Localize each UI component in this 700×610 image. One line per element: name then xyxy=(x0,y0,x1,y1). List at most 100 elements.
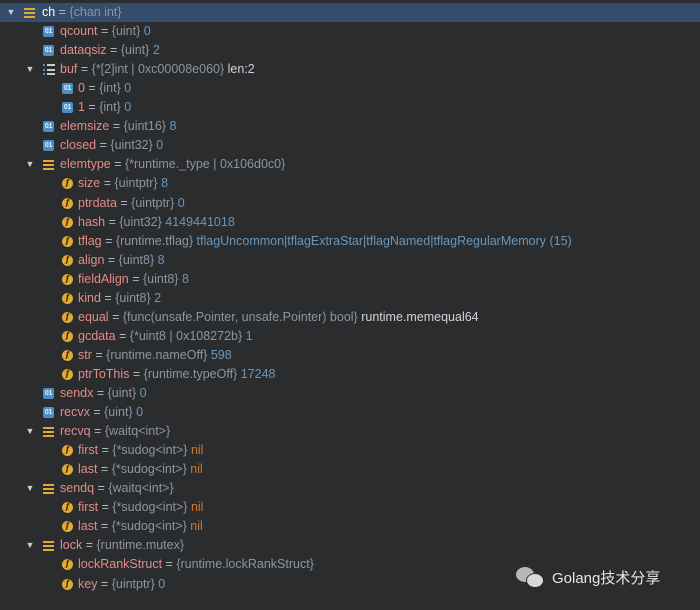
equals-sign: = xyxy=(101,233,116,248)
variable-type: {uint32} xyxy=(119,214,162,229)
tree-row-recvx[interactable]: 01 recvx = {uint} 0 xyxy=(0,403,700,422)
field-icon: f xyxy=(62,559,73,571)
tree-row-ptrToThis[interactable]: f ptrToThis = {runtime.typeOff} 17248 xyxy=(0,365,700,384)
tree-row-kind[interactable]: f kind = {uint8} 2 xyxy=(0,289,700,308)
tree-row-ptrdata[interactable]: f ptrdata = {uintptr} 0 xyxy=(0,194,700,213)
equals-sign: = xyxy=(55,5,70,19)
variable-type: {uint} xyxy=(107,386,137,400)
variable-type: {func(unsafe.Pointer, unsafe.Pointer) bo… xyxy=(122,309,358,324)
tree-row-hash[interactable]: f hash = {uint32} 4149441018 xyxy=(0,213,700,232)
variable-text: ptrdata = {uintptr} 0 xyxy=(78,194,185,213)
equals-sign: = xyxy=(91,347,107,362)
variable-type: {uint} xyxy=(104,405,133,420)
variable-text: closed = {uint32} 0 xyxy=(60,136,163,155)
variable-type: {runtime.lockRankStruct} xyxy=(176,557,314,572)
variable-value: 8 xyxy=(169,119,177,134)
variable-value: nil xyxy=(190,462,203,477)
variable-text: first = {*sudog<int>} nil xyxy=(78,498,203,517)
tree-row-first[interactable]: f first = {*sudog<int>} nil xyxy=(0,498,700,517)
wechat-icon xyxy=(516,566,546,588)
field-icon: f xyxy=(62,311,73,323)
variable-name: lockRankStruct xyxy=(78,557,163,572)
tree-row-0[interactable]: 01 0 = {int} 0 xyxy=(0,79,700,98)
tree-row-gcdata[interactable]: f gcdata = {*uint8 | 0x108272b} 1 xyxy=(0,327,700,346)
equals-sign: = xyxy=(129,366,144,381)
tree-row-first[interactable]: f first = {*sudog<int>} nil xyxy=(0,441,700,460)
variable-text: fieldAlign = {uint8} 8 xyxy=(78,270,189,289)
field-icon: f xyxy=(62,292,73,304)
tree-row-last[interactable]: f last = {*sudog<int>} nil xyxy=(0,517,700,536)
variable-text: sendq = {waitq<int>} xyxy=(60,479,174,498)
variable-text: elemsize = {uint16} 8 xyxy=(60,117,176,136)
tree-row-elemsize[interactable]: 01 elemsize = {uint16} 8 xyxy=(0,117,700,136)
variable-type: {uintptr} xyxy=(131,195,175,210)
tree-row-1[interactable]: 01 1 = {int} 0 xyxy=(0,98,700,117)
equals-sign: = xyxy=(162,557,177,572)
variable-value: nil xyxy=(190,500,204,515)
variable-text: lock = {runtime.mutex} xyxy=(60,536,184,555)
variable-value: 0 xyxy=(177,195,185,210)
field-icon: f xyxy=(62,330,73,342)
equals-sign: = xyxy=(97,462,112,477)
struct-icon xyxy=(43,160,54,171)
variable-type: {uint32} xyxy=(110,138,153,153)
variable-name: kind xyxy=(78,290,101,305)
tree-row-size[interactable]: f size = {uintptr} 8 xyxy=(0,174,700,193)
tree-row-str[interactable]: f str = {runtime.nameOff} 598 xyxy=(0,346,700,365)
equals-sign: = xyxy=(93,386,108,400)
expand-toggle-icon[interactable]: ▼ xyxy=(25,536,35,555)
equals-sign: = xyxy=(96,138,111,153)
variable-value: 2 xyxy=(154,290,162,305)
tree-row-buf[interactable]: ▼ buf = {*[2]int | 0xc00008e060} len:2 xyxy=(0,60,700,79)
tree-row-align[interactable]: f align = {uint8} 8 xyxy=(0,251,700,270)
expand-toggle-icon[interactable]: ▼ xyxy=(6,3,16,22)
variable-name: buf xyxy=(60,62,78,77)
tree-row-lock[interactable]: ▼ lock = {runtime.mutex} xyxy=(0,536,700,555)
variable-name: ptrdata xyxy=(78,195,117,210)
tree-row-recvq[interactable]: ▼ recvq = {waitq<int>} xyxy=(0,422,700,441)
expand-toggle-icon[interactable]: ▼ xyxy=(25,155,35,174)
equals-sign: = xyxy=(90,424,105,439)
variable-value: 8 xyxy=(161,176,169,191)
tree-row-tflag[interactable]: f tflag = {runtime.tflag} tflagUncommon|t… xyxy=(0,232,700,251)
variable-name: size xyxy=(78,176,101,191)
variable-value: runtime.memequal64 xyxy=(361,309,479,324)
primitive-value-icon: 01 xyxy=(43,26,54,38)
tree-row-ch[interactable]: ▼ ch = {chan int} xyxy=(0,3,700,22)
primitive-value-icon: 01 xyxy=(43,407,54,419)
expand-toggle-icon[interactable]: ▼ xyxy=(25,422,35,441)
tree-row-elemtype[interactable]: ▼ elemtype = {*runtime._type | 0x106d0c0} xyxy=(0,155,700,174)
tree-row-equal[interactable]: f equal = {func(unsafe.Pointer, unsafe.Po… xyxy=(0,308,700,327)
variable-type: {uint8} xyxy=(118,252,155,267)
field-icon: f xyxy=(62,502,73,514)
variable-name: gcdata xyxy=(78,328,116,343)
variable-value: 4149441018 xyxy=(165,214,235,229)
variable-type: {runtime.nameOff} xyxy=(106,347,208,362)
variable-type: {*uint8 | 0x108272b} xyxy=(129,328,243,343)
variable-type: {*[2]int | 0xc00008e060} xyxy=(91,62,225,77)
variable-text: str = {runtime.nameOff} 598 xyxy=(78,346,232,365)
variable-text: buf = {*[2]int | 0xc00008e060} len:2 xyxy=(60,60,255,79)
primitive-value-icon: 01 xyxy=(43,121,54,133)
variable-text: sendx = {uint} 0 xyxy=(60,384,147,403)
tree-row-sendx[interactable]: 01 sendx = {uint} 0 xyxy=(0,384,700,403)
expand-toggle-icon[interactable]: ▼ xyxy=(25,479,35,498)
variable-type: {uint} xyxy=(120,43,150,58)
variable-value: nil xyxy=(190,443,204,458)
variable-type: {uintptr} xyxy=(111,576,155,591)
variable-text: 0 = {int} 0 xyxy=(78,79,131,98)
tree-row-dataqsiz[interactable]: 01 dataqsiz = {uint} 2 xyxy=(0,41,700,60)
variable-text: tflag = {runtime.tflag} tflagUncommon|tf… xyxy=(78,232,572,251)
variable-name: equal xyxy=(78,309,109,324)
variable-type: {runtime.tflag} xyxy=(115,233,194,248)
tree-row-closed[interactable]: 01 closed = {uint32} 0 xyxy=(0,136,700,155)
equals-sign: = xyxy=(100,176,115,191)
expand-toggle-icon[interactable]: ▼ xyxy=(25,60,35,79)
tree-row-qcount[interactable]: 01 qcount = {uint} 0 xyxy=(0,22,700,41)
variable-name: tflag xyxy=(78,233,102,248)
tree-row-last[interactable]: f last = {*sudog<int>} nil xyxy=(0,460,700,479)
tree-row-fieldAlign[interactable]: f fieldAlign = {uint8} 8 xyxy=(0,270,700,289)
tree-row-sendq[interactable]: ▼ sendq = {waitq<int>} xyxy=(0,479,700,498)
primitive-value-icon: 01 xyxy=(62,83,73,95)
equals-sign: = xyxy=(84,81,100,96)
